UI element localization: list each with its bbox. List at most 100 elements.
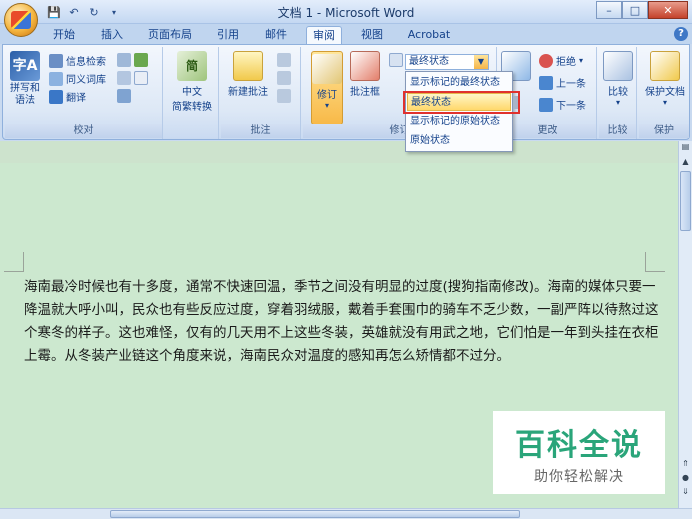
window-controls: – □ ✕: [596, 1, 688, 19]
previous-comment-icon: [277, 71, 291, 85]
maximize-button[interactable]: □: [622, 1, 648, 19]
track-changes-icon: [312, 54, 342, 84]
display-for-review-icon-btn[interactable]: [389, 53, 403, 67]
compare-label: 比较: [608, 87, 628, 98]
previous-comment-button[interactable]: [277, 71, 291, 85]
display-for-review-icon: [389, 53, 403, 67]
group-label-comments: 批注: [221, 124, 300, 138]
chinese-label-line1: 中文: [182, 87, 202, 98]
tab-home[interactable]: 开始: [46, 26, 82, 44]
group-comments: 新建批注 批注: [221, 47, 301, 139]
chinese-conversion-icon: 简: [177, 51, 207, 81]
next-label: 下一条: [556, 101, 586, 112]
chevron-down-icon: ▾: [324, 101, 329, 110]
close-button[interactable]: ✕: [648, 1, 688, 19]
tab-insert[interactable]: 插入: [94, 26, 130, 44]
balloons-label: 批注框: [350, 87, 380, 98]
thesaurus-icon: [49, 71, 63, 86]
new-comment-icon: [233, 51, 263, 81]
group-label-changes: 更改: [499, 124, 596, 138]
browse-object-icon[interactable]: ●: [680, 473, 691, 485]
next-change-button[interactable]: 下一条: [539, 97, 586, 112]
translate-tooltip-icon: [117, 71, 131, 85]
tab-mailings[interactable]: 邮件: [258, 26, 294, 44]
page-corner-mark: [4, 252, 24, 272]
spelling-grammar-button[interactable]: 字A 拼写和 语法: [7, 51, 43, 107]
window-title: 文档 1 - Microsoft Word: [277, 6, 415, 20]
scroll-up-icon[interactable]: ▲: [680, 157, 691, 169]
thesaurus-button[interactable]: 同义词库: [49, 71, 106, 86]
reject-icon: [539, 53, 553, 68]
ribbon: 字A 拼写和 语法 信息检索 同义词库 翻译 校对 简 中文 简繁转换 新建批注…: [2, 44, 690, 140]
vertical-scrollbar[interactable]: ▤ ▲ ⇑ ● ⇓: [678, 141, 692, 508]
protect-document-button[interactable]: 保护文档 ▾: [641, 51, 689, 107]
previous-change-icon: [539, 75, 553, 90]
horizontal-scroll-thumb[interactable]: [110, 510, 520, 518]
help-icon[interactable]: ?: [674, 27, 688, 41]
combo-value: 最终状态: [409, 56, 449, 67]
chevron-down-icon: ▾: [579, 56, 584, 65]
compare-button[interactable]: 比较 ▾: [601, 51, 635, 107]
dropdown-item-original[interactable]: 原始状态: [407, 132, 511, 150]
spelling-label: 拼写和 语法: [10, 83, 40, 106]
group-label-proofing: 校对: [5, 124, 162, 138]
research-label: 信息检索: [66, 57, 106, 68]
group-label-compare: 比较: [599, 124, 636, 138]
tab-review[interactable]: 审阅: [306, 26, 342, 44]
ruler-toggle-icon[interactable]: ▤: [680, 142, 691, 154]
previous-change-button[interactable]: 上一条: [539, 75, 586, 90]
watermark-title: 百科全说: [515, 427, 643, 463]
research-icon: [49, 53, 63, 68]
chevron-down-icon[interactable]: ▼: [474, 55, 488, 69]
tab-view[interactable]: 视图: [354, 26, 390, 44]
research-button[interactable]: 信息检索: [49, 53, 106, 68]
track-changes-label: 修订: [317, 90, 337, 101]
translate-icon: [49, 89, 63, 104]
set-language-icon: [134, 53, 148, 67]
ribbon-tabs: 开始 插入 页面布局 引用 邮件 审阅 视图 Acrobat: [0, 24, 692, 44]
word-count-icon: [117, 53, 131, 67]
next-page-icon[interactable]: ⇓: [680, 487, 691, 499]
group-protect: 保护文档 ▾ 保护: [639, 47, 689, 139]
thesaurus-label: 同义词库: [66, 75, 106, 86]
next-comment-icon: [277, 89, 291, 103]
dropdown-item-final-showing-markup[interactable]: 显示标记的最终状态: [407, 74, 511, 92]
new-comment-button[interactable]: 新建批注: [223, 51, 273, 98]
minimize-button[interactable]: –: [596, 1, 622, 19]
office-button[interactable]: [4, 3, 38, 37]
page-corner-mark: [645, 252, 665, 272]
language-button[interactable]: [117, 89, 131, 103]
translate-button[interactable]: 翻译: [49, 89, 86, 104]
reject-button[interactable]: 拒绝 ▾: [539, 53, 583, 68]
dropdown-item-final[interactable]: 最终状态: [407, 93, 511, 111]
document-paragraph[interactable]: 海南最冷时候也有十多度，通常不快速回温，季节之间没有明显的过度(搜狗指南修改)。…: [24, 276, 660, 368]
chinese-conversion-button[interactable]: 简 中文 简繁转换: [167, 51, 217, 113]
translate-tooltip-button[interactable]: [117, 71, 148, 85]
next-comment-button[interactable]: [277, 89, 291, 103]
balloons-button[interactable]: 批注框: [347, 51, 383, 98]
vertical-scroll-thumb[interactable]: [680, 171, 691, 231]
office-logo-icon: [11, 11, 31, 29]
previous-page-icon[interactable]: ⇑: [680, 459, 691, 471]
display-for-review-combo[interactable]: 最终状态 ▼: [405, 54, 489, 70]
tab-page-layout[interactable]: 页面布局: [144, 26, 196, 44]
chevron-down-icon: ▾: [662, 98, 667, 107]
new-comment-label: 新建批注: [228, 87, 268, 98]
track-changes-button[interactable]: 修订 ▾: [311, 51, 343, 125]
horizontal-scrollbar[interactable]: [0, 508, 692, 519]
tab-acrobat[interactable]: Acrobat: [402, 26, 456, 44]
scroll-handle: [513, 96, 518, 109]
delete-comment-icon: [277, 53, 291, 67]
protect-label: 保护文档: [645, 87, 685, 98]
count-icon: [134, 71, 148, 85]
word-count-button[interactable]: [117, 53, 148, 67]
lock-icon: [650, 51, 680, 81]
group-chinese: 简 中文 简繁转换: [165, 47, 219, 139]
delete-comment-button[interactable]: [277, 53, 291, 67]
spelling-icon: 字A: [10, 51, 40, 81]
previous-label: 上一条: [556, 79, 586, 90]
dropdown-item-original-showing-markup[interactable]: 显示标记的原始状态: [407, 113, 511, 131]
title-bar: 💾 ↶ ↻ ▾ 文档 1 - Microsoft Word – □ ✕: [0, 0, 692, 24]
reject-label: 拒绝: [556, 57, 576, 68]
tab-references[interactable]: 引用: [210, 26, 246, 44]
